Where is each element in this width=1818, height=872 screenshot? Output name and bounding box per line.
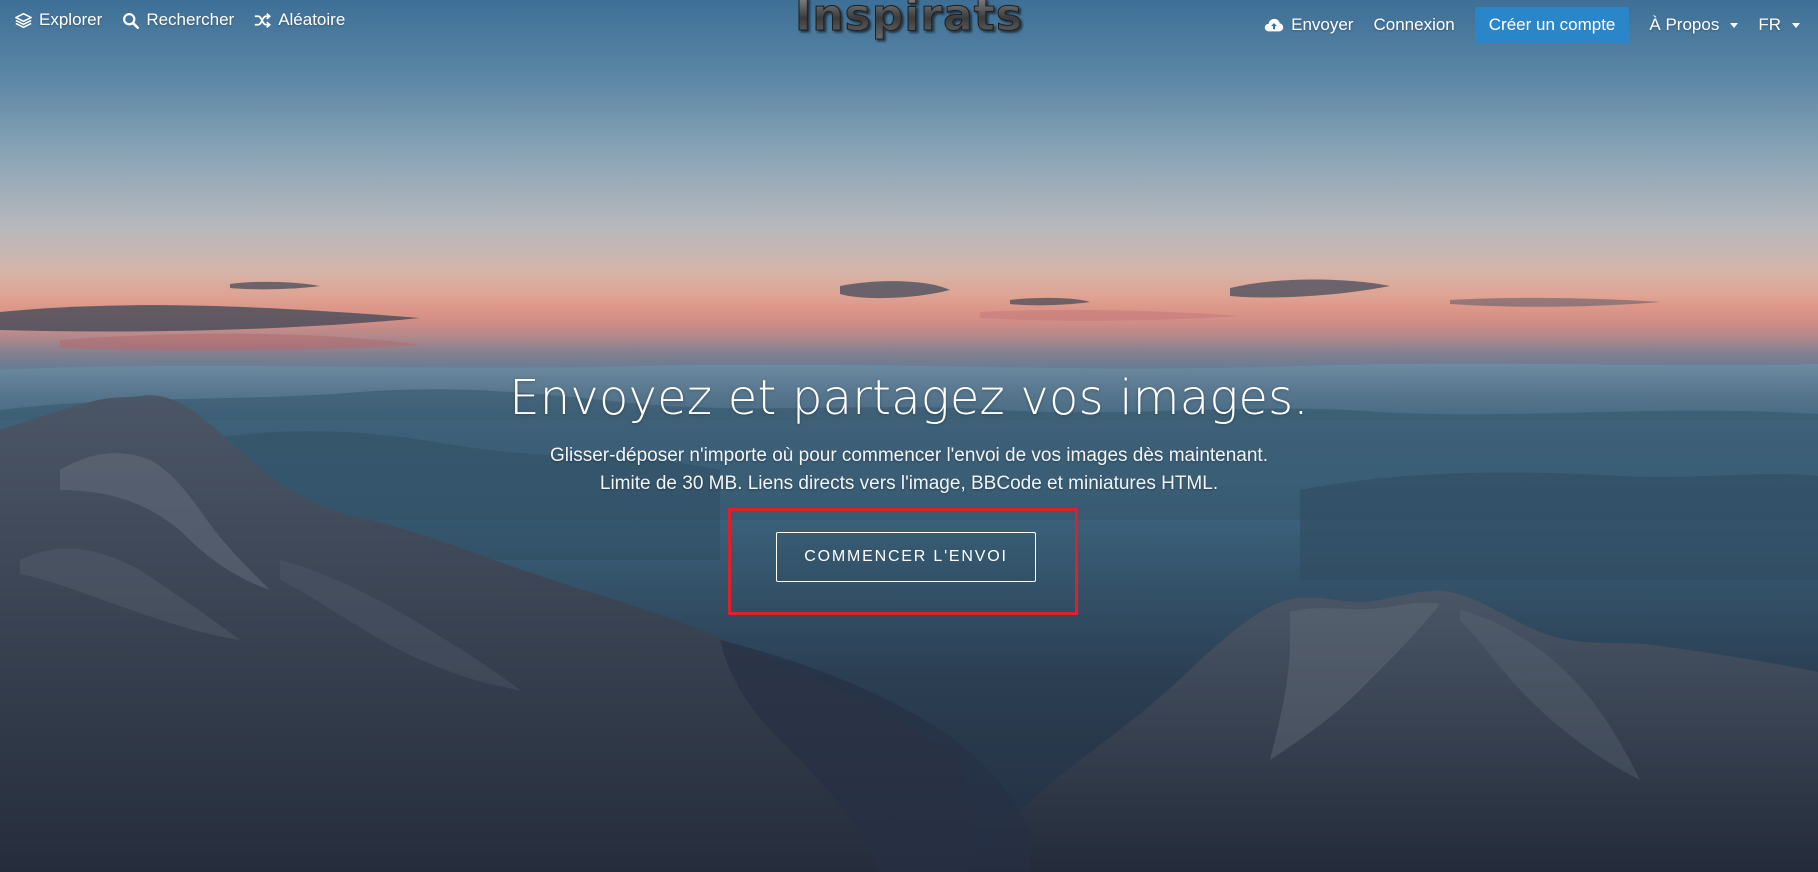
nav-random-label: Aléatoire bbox=[278, 10, 346, 29]
hero-subtitle: Glisser-déposer n'importe où pour commen… bbox=[0, 442, 1818, 498]
nav-right: Envoyer Connexion Créer un compte À Prop… bbox=[1264, 7, 1800, 43]
nav-random[interactable]: Aléatoire bbox=[254, 10, 345, 30]
hero-subtitle-line-1: Glisser-déposer n'importe où pour commen… bbox=[550, 445, 1268, 466]
nav-about-label: À Propos bbox=[1649, 15, 1720, 34]
layers-icon bbox=[15, 12, 32, 28]
nav-search[interactable]: Rechercher bbox=[122, 10, 234, 30]
nav-explore-label: Explorer bbox=[39, 10, 103, 29]
nav-explore[interactable]: Explorer bbox=[15, 10, 102, 30]
nav-upload[interactable]: Envoyer bbox=[1264, 15, 1353, 35]
nav-left: Explorer Rechercher Aléatoire bbox=[15, 10, 345, 30]
nav-search-label: Rechercher bbox=[146, 10, 235, 29]
nav-login-label: Connexion bbox=[1373, 15, 1455, 34]
language-label: FR bbox=[1758, 15, 1781, 34]
cloud-upload-icon bbox=[1264, 18, 1284, 31]
hero-content: Envoyez et partagez vos images. Glisser-… bbox=[0, 368, 1818, 498]
hero-background: Explorer Rechercher Aléatoire Inspirats bbox=[0, 0, 1818, 872]
language-dropdown[interactable]: FR bbox=[1758, 15, 1800, 35]
nav-login[interactable]: Connexion bbox=[1373, 15, 1454, 35]
chevron-down-icon bbox=[1792, 22, 1800, 28]
start-upload-button[interactable]: COMMENCER L'ENVOI bbox=[776, 532, 1036, 582]
nav-upload-label: Envoyer bbox=[1291, 15, 1354, 34]
search-icon bbox=[123, 12, 140, 29]
site-logo[interactable]: Inspirats bbox=[794, 0, 1023, 42]
hero-subtitle-line-2: Limite de 30 MB. Liens directs vers l'im… bbox=[599, 473, 1219, 494]
chevron-down-icon bbox=[1730, 22, 1739, 28]
nav-about-dropdown[interactable]: À Propos bbox=[1649, 15, 1739, 35]
shuffle-icon bbox=[255, 12, 272, 28]
hero-headline: Envoyez et partagez vos images. bbox=[509, 370, 1309, 426]
create-account-button[interactable]: Créer un compte bbox=[1474, 7, 1630, 43]
